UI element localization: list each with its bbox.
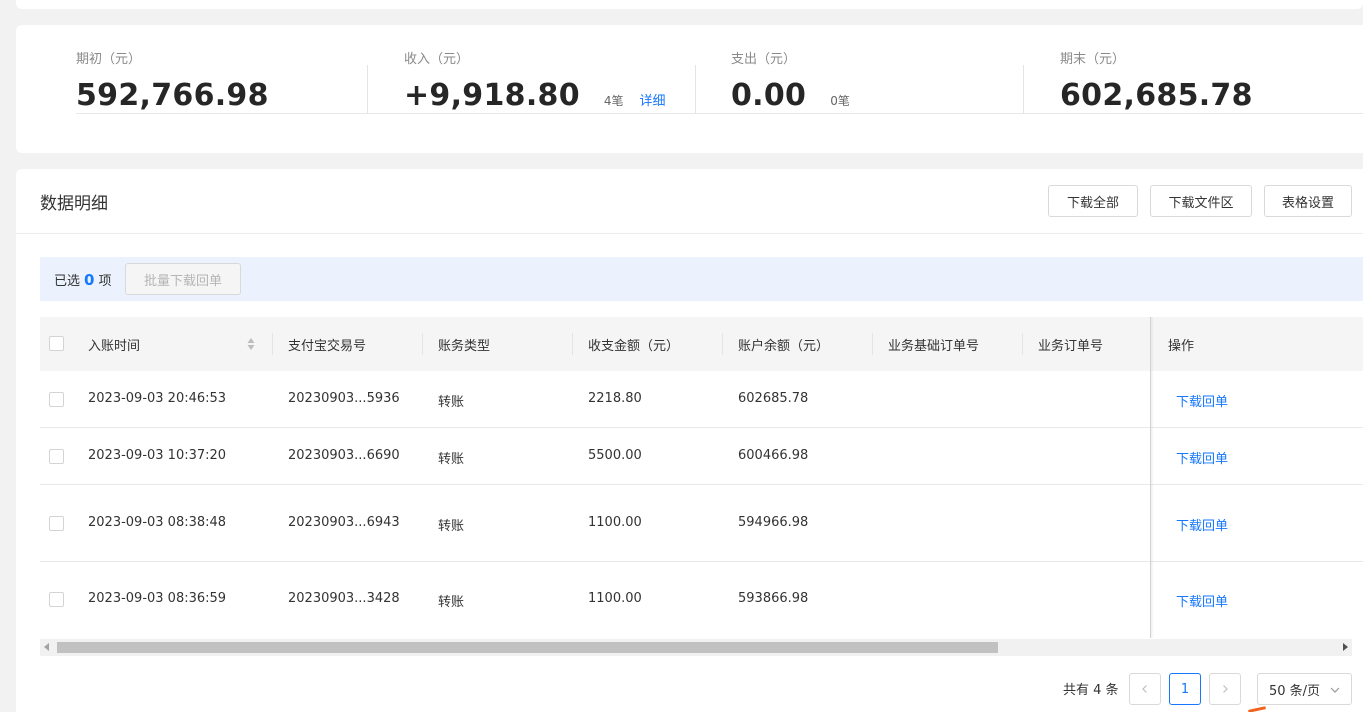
table-row: 2023-09-03 20:46:53 20230903...5936 转账 2… (40, 371, 1363, 428)
panel-title: 数据明细 (40, 194, 108, 214)
stat-income-label: 收入（元） (404, 52, 470, 67)
table-row: 2023-09-03 10:37:20 20230903...6690 转账 5… (40, 428, 1363, 485)
page-size-value: 50 条/页 (1269, 683, 1321, 699)
cell-time: 2023-09-03 08:36:59 (88, 591, 227, 606)
row-checkbox[interactable] (49, 392, 64, 407)
chevron-left-icon (1142, 685, 1147, 693)
chevron-right-icon (1223, 685, 1228, 693)
cell-time: 2023-09-03 10:37:20 (88, 448, 227, 463)
cell-amount: 5500.00 (588, 448, 642, 463)
stat-opening-value: 592,766.98 (76, 78, 269, 113)
cell-type: 转账 (438, 595, 465, 610)
chevron-down-icon (1330, 687, 1340, 693)
pagination-total: 共有 4 条 (1063, 683, 1119, 698)
stat-expense: 支出（元） 0.00 0笔 (731, 51, 1363, 114)
page-number-button[interactable]: 1 (1169, 673, 1201, 705)
row-checkbox[interactable] (49, 592, 64, 607)
column-header-type: 账务类型 (438, 339, 491, 354)
cell-trade-no: 20230903...3428 (288, 591, 400, 606)
download-receipt-link[interactable]: 下载回单 (1176, 448, 1228, 467)
stat-closing: 期末（元） 602,685.78 (1060, 51, 1363, 114)
stat-expense-label: 支出（元） (731, 52, 797, 67)
cell-time: 2023-09-03 20:46:53 (88, 391, 227, 406)
data-detail-panel: 数据明细 下载全部 下载文件区 表格设置 已选 0 项 批量下载回单 入账时间 支付… (16, 169, 1363, 712)
column-header-balance: 账户余额（元） (738, 339, 830, 354)
scrollbar-thumb[interactable] (57, 642, 998, 653)
select-all-checkbox[interactable] (49, 336, 64, 351)
cell-amount: 1100.00 (588, 515, 642, 530)
fixed-column-shadow (1150, 317, 1154, 638)
download-all-button[interactable]: 下载全部 (1048, 185, 1138, 217)
cell-balance: 593866.98 (738, 591, 809, 606)
page-size-select[interactable]: 50 条/页 (1257, 673, 1352, 705)
divider (1023, 65, 1024, 113)
cell-amount: 2218.80 (588, 391, 642, 406)
stat-income: 收入（元） +9,918.80 4笔 详细 (404, 51, 1363, 114)
prev-page-button[interactable] (1129, 673, 1161, 705)
divider (367, 65, 368, 113)
column-header-amount: 收支金额（元） (588, 339, 680, 354)
cell-balance: 602685.78 (738, 391, 809, 406)
cell-time: 2023-09-03 08:38:48 (88, 515, 227, 530)
row-checkbox[interactable] (49, 516, 64, 531)
download-area-button[interactable]: 下载文件区 (1150, 185, 1252, 217)
summary-card: 期初（元） 592,766.98 收入（元） +9,918.80 4笔 详细 支… (16, 25, 1363, 153)
column-divider (722, 333, 723, 355)
stat-income-value: +9,918.80 (404, 78, 580, 113)
column-divider (272, 333, 273, 355)
income-detail-link[interactable]: 详细 (640, 90, 666, 109)
selection-number: 0 (84, 271, 95, 289)
table-header: 入账时间 支付宝交易号 账务类型 收支金额（元） 账户余额（元） 业务基础订单号… (40, 317, 1363, 371)
cell-balance: 594966.98 (738, 515, 809, 530)
cell-type: 转账 (438, 395, 465, 410)
cell-type: 转账 (438, 452, 465, 467)
batch-download-button[interactable]: 批量下载回单 (125, 263, 241, 295)
column-header-action: 操作 (1168, 339, 1195, 354)
stat-opening: 期初（元） 592,766.98 (76, 51, 1363, 114)
table-row: 2023-09-03 08:36:59 20230903...3428 转账 1… (40, 562, 1363, 639)
selection-suffix: 项 (98, 274, 112, 289)
divider (16, 233, 1363, 234)
stat-income-count: 4笔 (603, 94, 624, 108)
cell-amount: 1100.00 (588, 591, 642, 606)
download-receipt-link[interactable]: 下载回单 (1176, 591, 1228, 610)
column-divider (872, 333, 873, 355)
stat-opening-label: 期初（元） (76, 52, 142, 67)
horizontal-scrollbar[interactable] (40, 639, 1352, 656)
row-checkbox[interactable] (49, 449, 64, 464)
column-header-time[interactable]: 入账时间 (88, 335, 140, 354)
cell-trade-no: 20230903...6690 (288, 448, 400, 463)
download-receipt-link[interactable]: 下载回单 (1176, 515, 1228, 534)
column-divider (572, 333, 573, 355)
column-header-base-order: 业务基础订单号 (888, 339, 980, 354)
column-header-trade-no: 支付宝交易号 (288, 339, 367, 354)
stat-closing-value: 602,685.78 (1060, 78, 1253, 113)
cell-balance: 600466.98 (738, 448, 809, 463)
column-header-order: 业务订单号 (1038, 339, 1104, 354)
column-divider (422, 333, 423, 355)
selection-bar: 已选 0 项 批量下载回单 (40, 257, 1363, 301)
selection-prefix: 已选 (54, 274, 81, 289)
divider (695, 65, 696, 113)
next-page-button[interactable] (1209, 673, 1241, 705)
cell-type: 转账 (438, 519, 465, 534)
stat-expense-count: 0笔 (830, 94, 850, 108)
scroll-left-arrow-icon[interactable] (44, 643, 49, 651)
cell-trade-no: 20230903...5936 (288, 391, 400, 406)
stat-expense-value: 0.00 (731, 78, 807, 113)
sort-icon[interactable] (247, 336, 255, 352)
selection-count: 已选 0 项 (54, 270, 111, 289)
table-row: 2023-09-03 08:38:48 20230903...6943 转账 1… (40, 485, 1363, 562)
cell-trade-no: 20230903...6943 (288, 515, 400, 530)
top-card-remnant (16, 0, 1363, 9)
stat-closing-label: 期末（元） (1060, 52, 1126, 67)
scroll-right-arrow-icon[interactable] (1343, 643, 1348, 651)
download-receipt-link[interactable]: 下载回单 (1176, 391, 1228, 410)
column-divider (1022, 333, 1023, 355)
table-settings-button[interactable]: 表格设置 (1264, 185, 1352, 217)
